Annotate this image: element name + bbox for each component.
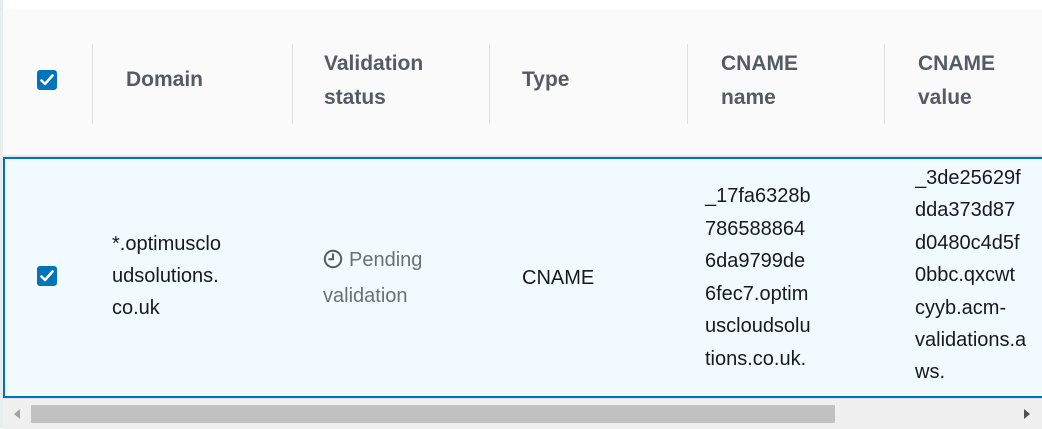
cname-value-line: d0480c4d5f (915, 231, 1020, 254)
scroll-right-icon[interactable] (1023, 408, 1031, 420)
column-header-type[interactable]: Type (522, 63, 642, 97)
row-checkbox[interactable] (37, 266, 57, 286)
cname-value-line: ws. (915, 361, 945, 384)
domain-line: co.uk (112, 297, 160, 319)
scrollbar-thumb[interactable] (31, 405, 835, 423)
column-header-domain[interactable]: Domain (126, 63, 276, 97)
domain-cell: *.optimusclo udsolutions. co.uk (112, 228, 272, 324)
cname-value-line: 0bbc.qxcwt (915, 264, 1016, 287)
cname-name-line: tions.co.uk. (705, 347, 807, 370)
cname-value-cell: _3de25629f dda373d87 d0480c4d5f 0bbc.qxc… (915, 162, 1042, 389)
column-header-cname-name[interactable]: CNAME name (721, 47, 811, 115)
cname-name-line: 786588864 (705, 217, 806, 240)
table-row[interactable]: *.optimusclo udsolutions. co.uk CNAME _1… (3, 157, 1042, 398)
column-header-cname-value[interactable]: CNAME value (918, 47, 1008, 115)
select-all-checkbox[interactable] (37, 70, 57, 90)
cname-value-line: validations.a (915, 329, 1027, 352)
cname-name-line: 6fec7.optim (705, 282, 809, 305)
cname-name-cell: _17fa6328b 786588864 6da9799de 6fec7.opt… (705, 180, 875, 376)
column-header-validation-status[interactable]: Validation status (324, 47, 454, 115)
domain-line: udsolutions. (112, 265, 219, 287)
column-separator (884, 44, 885, 124)
column-separator (292, 44, 293, 124)
cname-name-line: 6da9799de (705, 250, 806, 273)
domain-line: *.optimusclo (112, 233, 221, 255)
status-text: validation (323, 285, 408, 307)
cname-name-line: _17fa6328b (705, 185, 811, 207)
cname-value-line: dda373d87 (915, 199, 1016, 222)
cname-value-line: cyyb.acm- (915, 296, 1007, 319)
check-icon (40, 270, 54, 282)
horizontal-scrollbar[interactable] (3, 398, 1042, 429)
status-text: Pending (349, 249, 423, 271)
cname-value-line: _3de25629f (915, 167, 1021, 189)
cname-name-line: uscloudsolu (705, 315, 811, 338)
scroll-left-icon[interactable] (13, 408, 21, 420)
validation-status: Pending validation (323, 244, 473, 313)
clock-icon (323, 247, 343, 280)
table-header: Domain Validation status Type CNAME name… (3, 10, 1042, 157)
column-header-validation-status-label: Validation status (324, 52, 424, 109)
check-icon (40, 74, 54, 86)
column-separator (687, 44, 688, 124)
column-separator (92, 44, 93, 124)
column-separator (489, 44, 490, 124)
type-cell: CNAME (522, 267, 595, 289)
